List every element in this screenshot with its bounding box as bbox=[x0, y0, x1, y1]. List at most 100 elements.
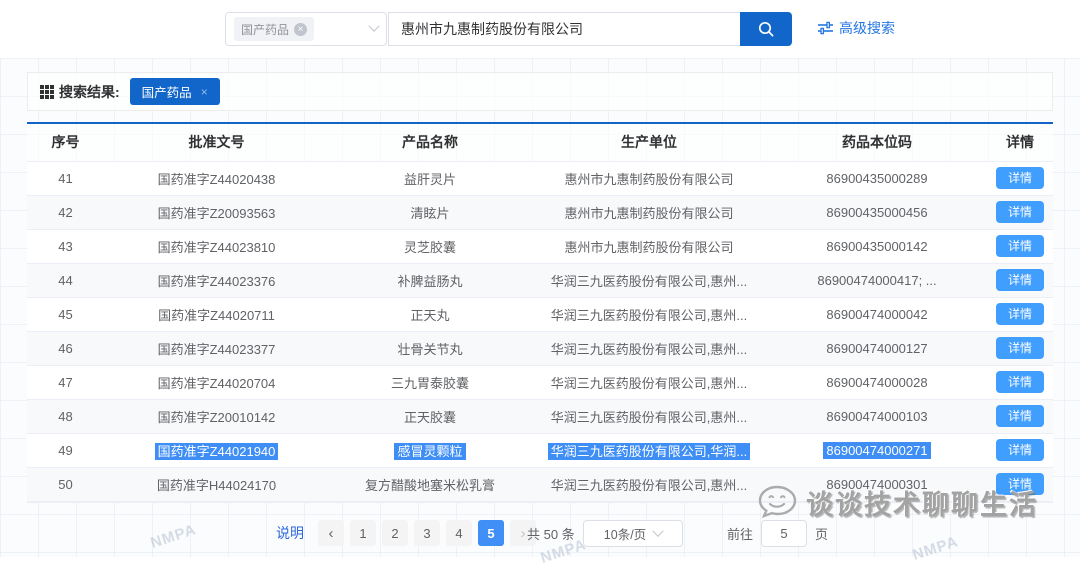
cell-product: 补脾益肠丸 bbox=[329, 263, 531, 298]
cell-code: 86900474000028 bbox=[767, 365, 987, 400]
pagination-bar: 说明 ‹12345› 共 50 条 10条/页 前往 页 bbox=[0, 517, 1080, 549]
total-count: 共 50 条 bbox=[527, 526, 575, 542]
category-tag-label: 国产药品 bbox=[241, 22, 290, 37]
cell-approval: 国药准字Z20010142 bbox=[104, 399, 329, 434]
cell-manufacturer: 华润三九医药股份有限公司,惠州... bbox=[531, 365, 767, 400]
detail-button[interactable]: 详情 bbox=[995, 439, 1044, 461]
note-link[interactable]: 说明 bbox=[276, 523, 304, 543]
cell-no: 41 bbox=[27, 161, 104, 196]
table-row: 44 国药准字Z44023376 补脾益肠丸 华润三九医药股份有限公司,惠州..… bbox=[27, 263, 1053, 298]
cell-approval: 国药准字Z44020438 bbox=[104, 161, 329, 196]
cell-no: 49 bbox=[27, 433, 104, 468]
cell-detail: 详情 bbox=[987, 399, 1053, 434]
table-row: 42 国药准字Z20093563 清眩片 惠州市九惠制药股份有限公司 86900… bbox=[27, 195, 1053, 230]
cell-detail: 详情 bbox=[987, 433, 1053, 468]
table-row: 50 国药准字H44024170 复方醋酸地塞米松乳膏 华润三九医药股份有限公司… bbox=[27, 467, 1053, 502]
search-bar: 国产药品 × 高级搜索 bbox=[0, 0, 1080, 58]
filter-tag-close-icon[interactable]: × bbox=[201, 85, 208, 99]
page-size-select[interactable]: 10条/页 bbox=[583, 520, 683, 547]
page-button-3[interactable]: 3 bbox=[414, 520, 440, 546]
advanced-search-label: 高级搜索 bbox=[839, 20, 895, 36]
cell-manufacturer: 惠州市九惠制药股份有限公司 bbox=[531, 161, 767, 196]
detail-button[interactable]: 详情 bbox=[995, 167, 1044, 189]
goto-label: 前往 bbox=[727, 526, 754, 542]
col-header-detail: 详情 bbox=[987, 124, 1053, 162]
cell-code: 86900474000271 bbox=[767, 433, 987, 468]
cell-approval: 国药准字Z44020704 bbox=[104, 365, 329, 400]
cell-detail: 详情 bbox=[987, 263, 1053, 298]
category-tag-close-icon[interactable]: × bbox=[294, 22, 308, 36]
cell-no: 48 bbox=[27, 399, 104, 434]
category-select[interactable]: 国产药品 × bbox=[225, 12, 387, 46]
page-button-4[interactable]: 4 bbox=[446, 520, 472, 546]
advanced-search-link[interactable]: 高级搜索 bbox=[818, 18, 895, 38]
cell-code: 86900474000042 bbox=[767, 297, 987, 332]
detail-button[interactable]: 详情 bbox=[995, 201, 1044, 223]
cell-product: 壮骨关节丸 bbox=[329, 331, 531, 366]
cell-detail: 详情 bbox=[987, 297, 1053, 332]
cell-detail: 详情 bbox=[987, 195, 1053, 230]
search-button[interactable] bbox=[740, 12, 792, 46]
cell-code: 86900474000301 bbox=[767, 467, 987, 502]
cell-approval: 国药准字Z44021940 bbox=[104, 433, 329, 468]
cell-manufacturer: 华润三九医药股份有限公司,惠州... bbox=[531, 331, 767, 366]
page-button-5[interactable]: 5 bbox=[478, 520, 504, 546]
detail-button[interactable]: 详情 bbox=[995, 235, 1044, 257]
cell-manufacturer: 华润三九医药股份有限公司,惠州... bbox=[531, 297, 767, 332]
table-row: 46 国药准字Z44023377 壮骨关节丸 华润三九医药股份有限公司,惠州..… bbox=[27, 331, 1053, 366]
col-header-no: 序号 bbox=[27, 124, 104, 162]
table-body: 41 国药准字Z44020438 益肝灵片 惠州市九惠制药股份有限公司 8690… bbox=[27, 161, 1053, 502]
detail-button[interactable]: 详情 bbox=[995, 371, 1044, 393]
cell-no: 46 bbox=[27, 331, 104, 366]
cell-code: 86900435000456 bbox=[767, 195, 987, 230]
cell-no: 47 bbox=[27, 365, 104, 400]
cell-manufacturer: 惠州市九惠制药股份有限公司 bbox=[531, 195, 767, 230]
page-button-2[interactable]: 2 bbox=[382, 520, 408, 546]
cell-manufacturer: 华润三九医药股份有限公司,惠州... bbox=[531, 467, 767, 502]
cell-manufacturer: 惠州市九惠制药股份有限公司 bbox=[531, 229, 767, 264]
results-filter-tag[interactable]: 国产药品 × bbox=[129, 78, 220, 105]
cell-no: 45 bbox=[27, 297, 104, 332]
cell-approval: 国药准字Z44020711 bbox=[104, 297, 329, 332]
cell-product: 正天丸 bbox=[329, 297, 531, 332]
detail-button[interactable]: 详情 bbox=[995, 269, 1044, 291]
category-tag: 国产药品 × bbox=[234, 17, 315, 41]
cell-approval: 国药准字Z44023377 bbox=[104, 331, 329, 366]
search-icon bbox=[757, 20, 775, 38]
detail-button[interactable]: 详情 bbox=[995, 473, 1044, 495]
cell-code: 86900474000417; ... bbox=[767, 263, 987, 298]
prev-page-button[interactable]: ‹ bbox=[318, 520, 344, 546]
cell-product: 益肝灵片 bbox=[329, 161, 531, 196]
cell-no: 50 bbox=[27, 467, 104, 502]
cell-manufacturer: 华润三九医药股份有限公司,惠州... bbox=[531, 263, 767, 298]
cell-no: 42 bbox=[27, 195, 104, 230]
goto-suffix: 页 bbox=[815, 526, 829, 542]
search-input[interactable] bbox=[388, 12, 740, 46]
table-row: 43 国药准字Z44023810 灵芝胶囊 惠州市九惠制药股份有限公司 8690… bbox=[27, 229, 1053, 264]
col-header-manufacturer: 生产单位 bbox=[531, 124, 767, 162]
cell-code: 86900474000127 bbox=[767, 331, 987, 366]
cell-detail: 详情 bbox=[987, 161, 1053, 196]
cell-approval: 国药准字Z44023376 bbox=[104, 263, 329, 298]
col-header-product: 产品名称 bbox=[329, 124, 531, 162]
chevron-down-icon bbox=[652, 525, 664, 537]
detail-button[interactable]: 详情 bbox=[995, 337, 1044, 359]
detail-button[interactable]: 详情 bbox=[995, 303, 1044, 325]
goto-page: 前往 页 bbox=[727, 519, 829, 547]
results-label: 搜索结果: bbox=[59, 83, 120, 100]
results-filter-tag-label: 国产药品 bbox=[141, 86, 192, 100]
page-button-1[interactable]: 1 bbox=[350, 520, 376, 546]
results-header: 搜索结果: 国产药品 × bbox=[27, 72, 1053, 111]
goto-page-input[interactable] bbox=[761, 519, 808, 547]
table-row: 47 国药准字Z44020704 三九胃泰胶囊 华润三九医药股份有限公司,惠州.… bbox=[27, 365, 1053, 400]
detail-button[interactable]: 详情 bbox=[995, 405, 1044, 427]
cell-product: 复方醋酸地塞米松乳膏 bbox=[329, 467, 531, 502]
grid-icon bbox=[40, 84, 54, 99]
cell-approval: 国药准字Z20093563 bbox=[104, 195, 329, 230]
chevron-down-icon bbox=[368, 20, 380, 32]
cell-no: 44 bbox=[27, 263, 104, 298]
table-row: 49 国药准字Z44021940 感冒灵颗粒 华润三九医药股份有限公司,华润..… bbox=[27, 433, 1053, 468]
cell-product: 三九胃泰胶囊 bbox=[329, 365, 531, 400]
table-row: 48 国药准字Z20010142 正天胶囊 华润三九医药股份有限公司,惠州...… bbox=[27, 399, 1053, 434]
cell-manufacturer: 华润三九医药股份有限公司,华润... bbox=[531, 433, 767, 468]
